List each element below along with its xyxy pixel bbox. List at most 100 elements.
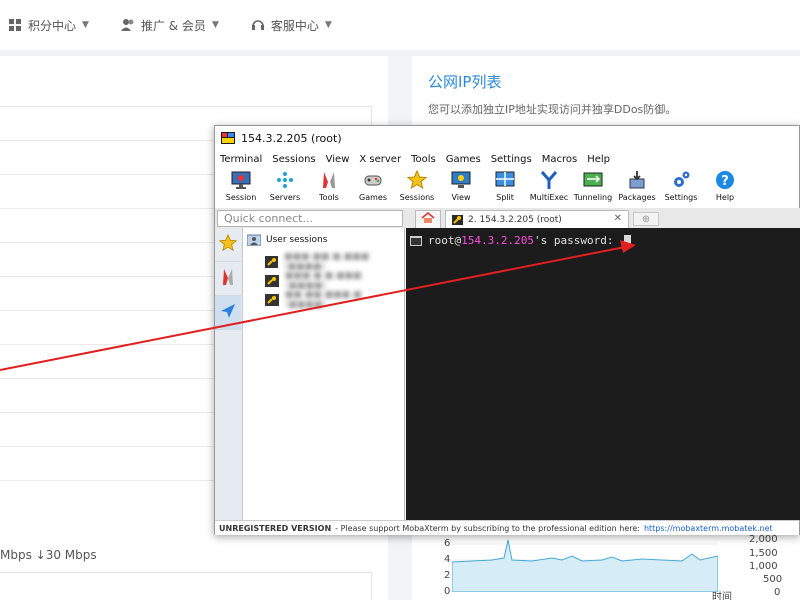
svg-text:?: ? bbox=[721, 174, 729, 189]
session-item[interactable]: ■■■.■.■.■■■ (■■■■) bbox=[265, 271, 404, 291]
sidebar-tab-send[interactable] bbox=[215, 296, 241, 330]
tool-label: Games bbox=[359, 193, 387, 202]
chevron-down-icon: ▼ bbox=[324, 20, 332, 30]
tool-label: Packages bbox=[618, 193, 656, 202]
folder-label: User sessions bbox=[266, 235, 328, 245]
right-tick-label: 2,000 bbox=[749, 534, 778, 545]
star-icon bbox=[407, 170, 427, 190]
prompt-host: 154.3.2.205 bbox=[461, 234, 534, 247]
servers-button[interactable]: Servers bbox=[263, 168, 307, 208]
packages-button[interactable]: Packages bbox=[615, 168, 659, 208]
paper-plane-icon bbox=[220, 303, 236, 322]
home-tab[interactable] bbox=[415, 210, 441, 228]
menu-terminal[interactable]: Terminal bbox=[220, 154, 262, 165]
status-bar: UNREGISTERED VERSION - Please support Mo… bbox=[215, 520, 799, 535]
window-titlebar[interactable]: 154.3.2.205 (root) bbox=[215, 126, 799, 150]
bandwidth-text: Mbps ↓30 Mbps bbox=[0, 548, 97, 562]
sessions-button[interactable]: Sessions bbox=[395, 168, 439, 208]
monitor-icon bbox=[231, 170, 251, 190]
tool-label: Tunneling bbox=[573, 193, 613, 202]
traffic-chart: 6 4 2 0 2,000 1,500 1,000 500 0 时间 bbox=[412, 530, 800, 600]
sidebar-tab-tools[interactable] bbox=[215, 262, 241, 296]
session-name: ■■■.■■.■.■■■ (■■■■) bbox=[284, 252, 370, 272]
x-axis-label: 时间 bbox=[712, 592, 732, 600]
panel-title: 公网IP列表 bbox=[428, 73, 502, 91]
sessions-tree: User sessions ■■■.■■.■.■■■ (■■■■) ■■■.■.… bbox=[243, 228, 405, 520]
y-tick-label: 0 bbox=[444, 586, 451, 597]
menu-tools[interactable]: Tools bbox=[411, 154, 436, 165]
menu-macros[interactable]: Macros bbox=[542, 154, 577, 165]
nav-label: 推广 & 会员 bbox=[140, 18, 206, 33]
key-icon bbox=[452, 214, 463, 225]
headset-icon bbox=[251, 18, 265, 32]
nav-customer-service[interactable]: 客服中心 ▼ bbox=[251, 17, 332, 34]
panel-description: 您可以添加独立IP地址实现访问并独享DDos防御。 bbox=[428, 103, 677, 116]
quick-connect-input[interactable]: Quick connect... bbox=[217, 210, 403, 227]
mobaxterm-link[interactable]: https://mobaxterm.mobatek.net bbox=[644, 524, 773, 533]
split-icon bbox=[495, 170, 515, 190]
session-name: ■■■.■.■.■■■ (■■■■) bbox=[284, 271, 362, 291]
tool-label: Tools bbox=[319, 193, 339, 202]
grid-icon bbox=[8, 18, 22, 32]
session-item[interactable]: ■■■.■■.■.■■■ (■■■■) bbox=[265, 252, 404, 272]
menu-sessions[interactable]: Sessions bbox=[272, 154, 315, 165]
session-name: ■■.■■.■■■.■ (■■■■) bbox=[284, 290, 362, 310]
table-row bbox=[0, 572, 372, 600]
tunneling-button[interactable]: Tunneling bbox=[571, 168, 615, 208]
nav-label: 客服中心 bbox=[270, 18, 319, 33]
key-icon bbox=[265, 275, 279, 287]
packages-icon bbox=[627, 170, 647, 190]
tool-label: Settings bbox=[664, 193, 698, 202]
nav-label: 积分中心 bbox=[28, 18, 77, 33]
tool-label: Sessions bbox=[399, 193, 435, 202]
right-tick-label: 1,000 bbox=[749, 561, 778, 572]
sidebar-tab-sessions[interactable] bbox=[215, 228, 241, 262]
new-tab-button[interactable]: ⊕ bbox=[633, 212, 659, 226]
settings-icon bbox=[671, 170, 691, 190]
top-nav: 积分中心 ▼ 推广 & 会员 ▼ 客服中心 ▼ bbox=[0, 0, 800, 50]
menu-bar: Terminal Sessions View X server Tools Ga… bbox=[215, 150, 799, 168]
tool-label: Split bbox=[496, 193, 514, 202]
split-button[interactable]: Split bbox=[483, 168, 527, 208]
terminal-session-tab[interactable]: 2. 154.3.2.205 (root) ✕ bbox=[445, 210, 629, 228]
servers-icon bbox=[275, 170, 295, 190]
menu-view[interactable]: View bbox=[326, 154, 350, 165]
right-tick-label: 0 bbox=[774, 587, 781, 598]
session-tab-label: 2. 154.3.2.205 (root) bbox=[468, 214, 562, 225]
user-sessions-folder[interactable]: User sessions bbox=[246, 234, 328, 247]
star-icon bbox=[218, 233, 238, 255]
nav-points-center[interactable]: 积分中心 ▼ bbox=[8, 17, 89, 34]
menu-x-server[interactable]: X server bbox=[359, 154, 401, 165]
unregistered-label: UNREGISTERED VERSION bbox=[219, 523, 332, 533]
tools-icon bbox=[220, 268, 236, 289]
prompt-user: root@ bbox=[428, 234, 462, 247]
view-button[interactable]: View bbox=[439, 168, 483, 208]
multiexec-button[interactable]: MultiExec bbox=[527, 168, 571, 208]
tool-label: View bbox=[451, 193, 471, 202]
view-icon bbox=[451, 170, 471, 190]
menu-help[interactable]: Help bbox=[587, 154, 610, 165]
games-button[interactable]: Games bbox=[351, 168, 395, 208]
users-icon bbox=[120, 18, 135, 32]
tool-label: MultiExec bbox=[529, 193, 569, 202]
tools-button[interactable]: Tools bbox=[307, 168, 351, 208]
terminal-prompt: root@ 154.3.2.205's password: bbox=[410, 234, 632, 247]
help-button[interactable]: ? Help bbox=[703, 168, 747, 208]
key-icon bbox=[265, 294, 279, 306]
multiexec-icon bbox=[539, 170, 559, 190]
menu-settings[interactable]: Settings bbox=[491, 154, 532, 165]
status-message: - Please support MobaXterm by subscribin… bbox=[335, 523, 640, 533]
session-item[interactable]: ■■.■■.■■■.■ (■■■■) bbox=[265, 290, 404, 310]
plus-icon: ⊕ bbox=[641, 213, 651, 225]
y-tick-label: 6 bbox=[444, 538, 451, 549]
prompt-suffix: 's password: bbox=[533, 234, 621, 247]
chevron-down-icon: ▼ bbox=[211, 20, 219, 30]
tool-label: Servers bbox=[269, 193, 301, 202]
mobaxterm-window: 154.3.2.205 (root) Terminal Sessions Vie… bbox=[214, 125, 800, 535]
terminal-view[interactable]: root@ 154.3.2.205's password: bbox=[406, 228, 800, 520]
close-icon[interactable]: ✕ bbox=[614, 213, 622, 224]
menu-games[interactable]: Games bbox=[446, 154, 481, 165]
nav-promotion-member[interactable]: 推广 & 会员 ▼ bbox=[120, 17, 219, 34]
settings-button[interactable]: Settings bbox=[659, 168, 703, 208]
session-button[interactable]: Session bbox=[219, 168, 263, 208]
